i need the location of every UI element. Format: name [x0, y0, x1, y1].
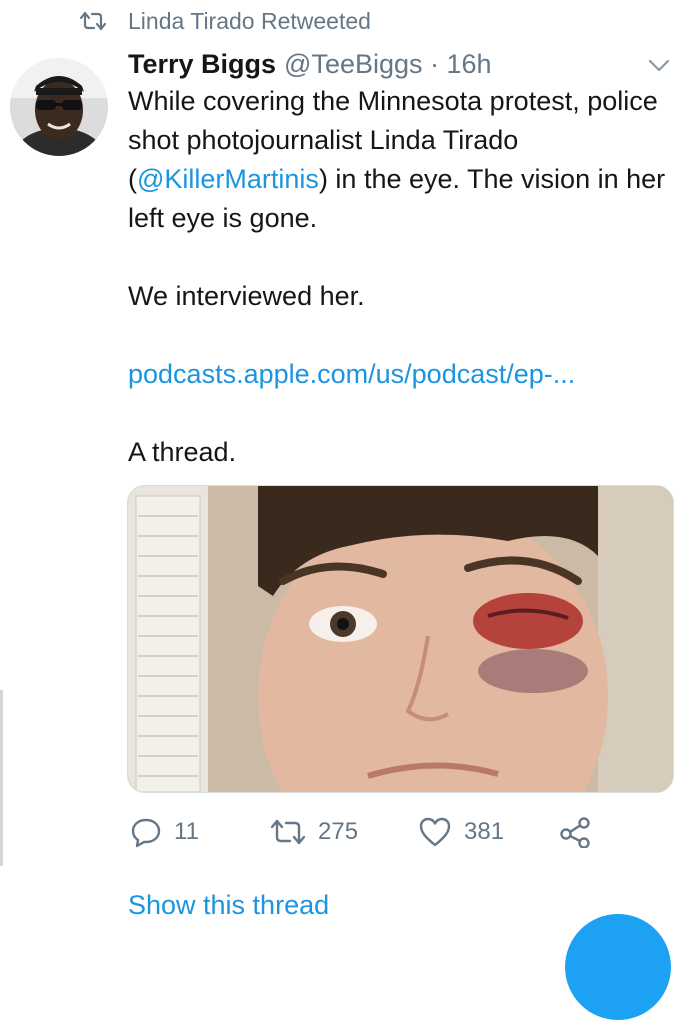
reply-button[interactable]: 11 — [130, 816, 270, 848]
tweet-text: While covering the Minnesota protest, po… — [128, 82, 668, 472]
chevron-down-icon[interactable] — [646, 56, 672, 76]
show-thread-link[interactable]: Show this thread — [128, 890, 329, 921]
tweet-header: Terry Biggs @TeeBiggs · 16h — [128, 46, 492, 82]
tweet-paragraph: We interviewed her. — [128, 281, 365, 311]
share-button[interactable] — [558, 816, 592, 848]
compose-tweet-button[interactable] — [565, 914, 671, 1020]
tweet-paragraph: While covering the Minnesota protest, po… — [128, 82, 668, 238]
podcast-link[interactable]: podcasts.apple.com/us/podcast/ep-... — [128, 359, 575, 389]
tweet-image[interactable] — [127, 485, 674, 793]
author-handle-time: @TeeBiggs · 16h — [284, 48, 492, 79]
like-button[interactable]: 381 — [418, 816, 558, 848]
share-icon — [560, 817, 590, 848]
mention-link[interactable]: @KillerMartinis — [137, 164, 319, 194]
like-count: 381 — [464, 818, 505, 845]
tweet-paragraph: A thread. — [128, 437, 237, 467]
tweet-actions: 11 275 381 — [130, 812, 592, 852]
heart-icon — [419, 817, 451, 847]
retweet-context: Linda Tirado Retweeted — [80, 6, 371, 36]
retweet-icon — [80, 11, 106, 31]
author-name[interactable]: Terry Biggs — [128, 49, 276, 80]
retweet-button[interactable]: 275 — [270, 817, 418, 847]
retweet-context-label: Linda Tirado Retweeted — [128, 7, 371, 34]
avatar[interactable] — [10, 58, 108, 156]
retweet-icon — [270, 819, 306, 845]
comment-icon — [131, 818, 161, 848]
reply-count: 11 — [174, 818, 199, 845]
edge-divider — [0, 690, 3, 866]
retweet-count: 275 — [318, 818, 359, 845]
